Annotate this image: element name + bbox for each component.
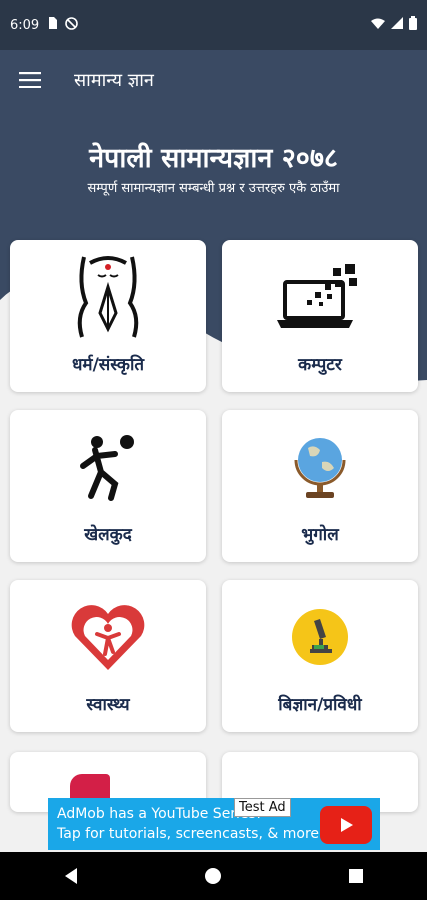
status-bar: 6:09: [0, 0, 427, 50]
system-navigation-bar: [0, 852, 427, 900]
category-card-sports[interactable]: खेलकुद: [10, 410, 206, 562]
sim-card-icon: [47, 17, 58, 33]
battery-icon: [409, 16, 417, 34]
youtube-play-icon[interactable]: [320, 806, 372, 844]
laptop-icon: [222, 252, 418, 342]
category-card-science[interactable]: बिज्ञान/प्रविधी: [222, 580, 418, 732]
namaste-icon: [10, 252, 206, 342]
test-ad-badge: Test Ad: [234, 798, 291, 817]
menu-icon[interactable]: [0, 50, 60, 110]
no-disturb-icon: [65, 16, 79, 34]
category-label: खेलकुद: [84, 525, 132, 545]
recents-button[interactable]: [326, 852, 386, 900]
category-label: भुगोल: [301, 525, 339, 545]
category-card-computer[interactable]: कम्पुटर: [222, 240, 418, 392]
signal-icon: [391, 17, 403, 33]
app-bar: सामान्य ज्ञान: [0, 50, 427, 110]
wifi-icon: [371, 18, 385, 33]
player-ball-icon: [10, 422, 206, 512]
microscope-icon: [222, 592, 418, 682]
heart-person-icon: [10, 592, 206, 682]
ad-headline: AdMob has a YouTube Series!: [57, 806, 262, 822]
category-label: स्वास्थ्य: [86, 695, 130, 715]
hero-subtitle: सम्पूर्ण सामान्यज्ञान सम्बन्धी प्रश्न र …: [87, 181, 340, 196]
ad-description: Tap for tutorials, screencasts, & more.: [57, 826, 324, 842]
category-label: कम्पुटर: [298, 355, 342, 375]
globe-icon: [222, 422, 418, 512]
category-card-religion[interactable]: धर्म/संस्कृति: [10, 240, 206, 392]
category-card-health[interactable]: स्वास्थ्य: [10, 580, 206, 732]
home-button[interactable]: [183, 852, 243, 900]
category-label: धर्म/संस्कृति: [71, 355, 145, 375]
hero-title: नेपाली सामान्यज्ञान २०७८: [89, 143, 338, 174]
category-label: बिज्ञान/प्रविधी: [278, 695, 362, 715]
app-title: सामान्य ज्ञान: [74, 70, 154, 91]
category-card-geography[interactable]: भुगोल: [222, 410, 418, 562]
back-button[interactable]: [41, 852, 101, 900]
status-time: 6:09: [10, 17, 40, 33]
